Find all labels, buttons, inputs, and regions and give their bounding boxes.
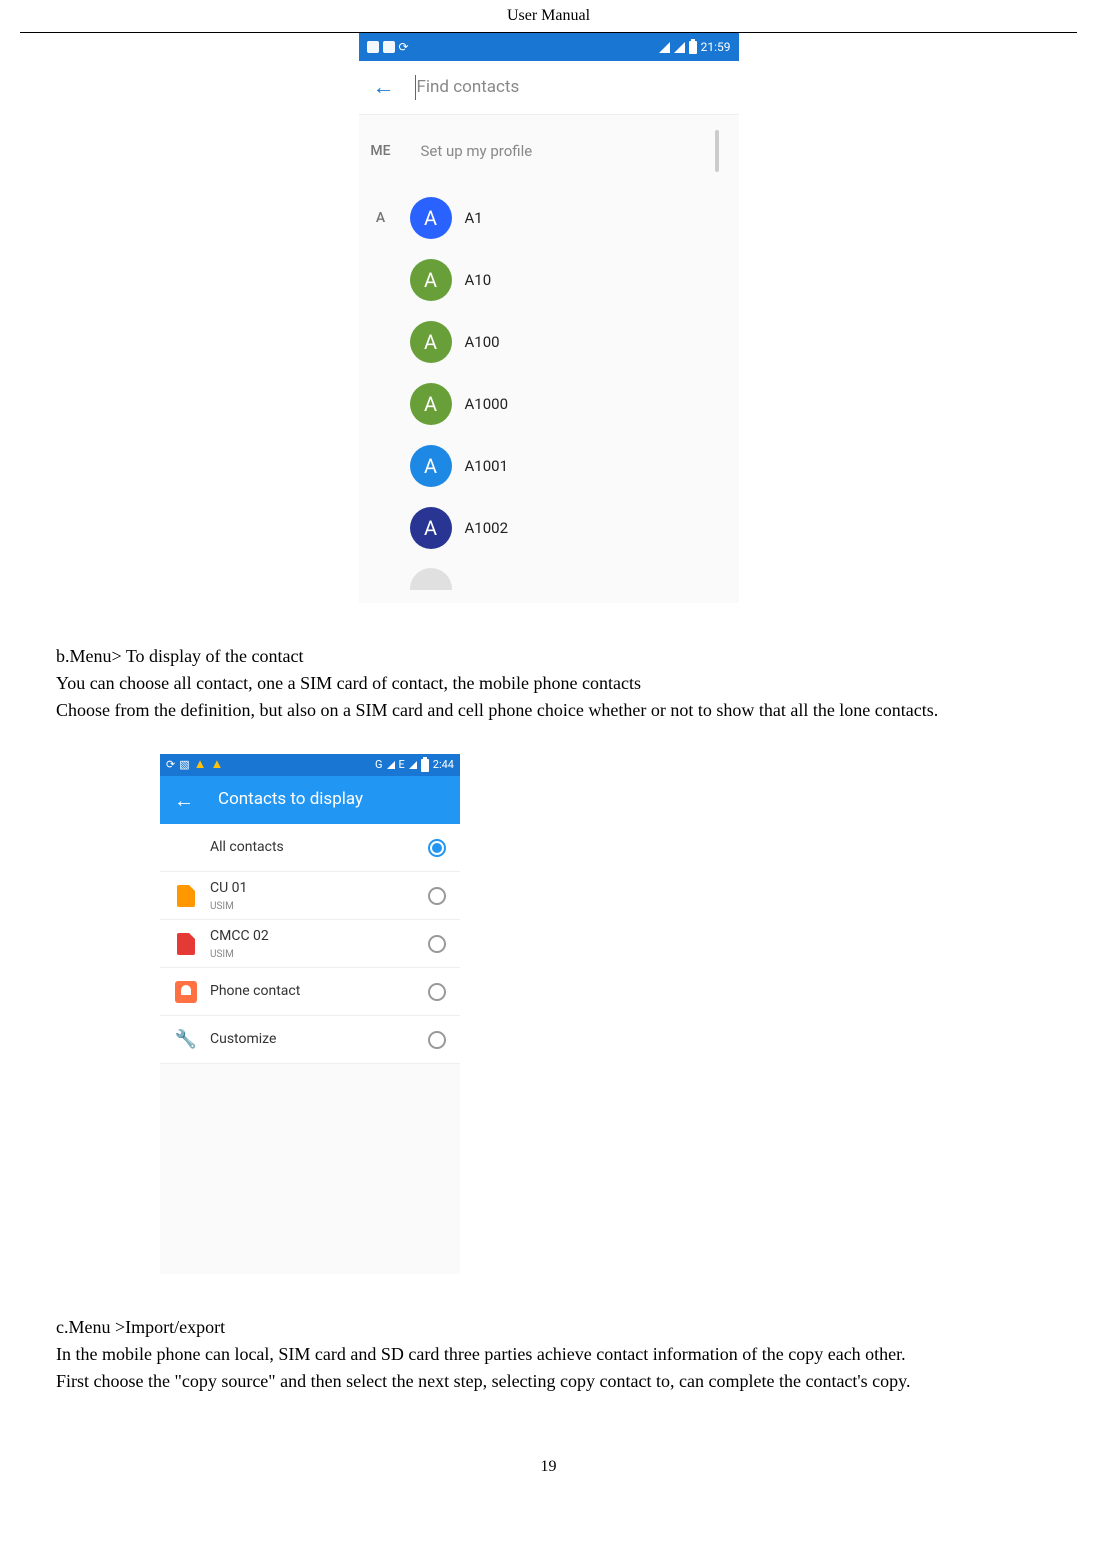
option-sim-cmcc02[interactable]: CMCC 02 USIM: [160, 920, 460, 968]
scroll-handle[interactable]: [715, 130, 719, 172]
status-time: 21:59: [701, 38, 731, 56]
avatar: A: [410, 445, 452, 487]
contact-name: A1002: [465, 517, 509, 540]
section-b: b.Menu> To display of the contact You ca…: [20, 643, 1077, 724]
image-icon: [383, 41, 395, 53]
setup-profile-text[interactable]: Set up my profile: [421, 140, 697, 163]
option-sublabel: USIM: [210, 899, 416, 914]
list-item[interactable]: A A1000: [359, 373, 739, 435]
page-footer: 19: [0, 1425, 1097, 1479]
status-bar: ⟳ ▧ ▲ ▲ G E 2:44: [160, 754, 460, 776]
screenshot-contacts-to-display: ⟳ ▧ ▲ ▲ G E 2:44 ← Contacts to display A…: [160, 754, 460, 1274]
signal-icon: [387, 761, 395, 769]
option-label: CU 01: [210, 878, 416, 899]
text-b2: You can choose all contact, one a SIM ca…: [20, 670, 1077, 697]
option-label: Customize: [210, 1029, 416, 1050]
sync-icon: ⟳: [166, 757, 175, 774]
net-e: E: [399, 757, 405, 774]
back-arrow-icon[interactable]: ←: [174, 785, 194, 815]
sync-icon: ⟳: [399, 38, 409, 56]
option-label: Phone contact: [210, 981, 416, 1002]
list-item[interactable]: A A1002: [359, 497, 739, 559]
back-arrow-icon[interactable]: ←: [373, 71, 395, 104]
signal-icon: [409, 761, 417, 769]
status-time: 2:44: [433, 757, 454, 774]
option-phone-contact[interactable]: Phone contact: [160, 968, 460, 1016]
sim-icon: [177, 933, 195, 955]
status-right: 21:59: [659, 38, 731, 56]
warning-icon: ▲: [211, 755, 224, 775]
contact-name: A1: [465, 207, 483, 230]
app-bar: ← Contacts to display: [160, 776, 460, 824]
spacer: [174, 836, 198, 860]
me-profile-row[interactable]: ME Set up my profile: [359, 115, 739, 187]
battery-icon: [421, 759, 429, 772]
sim-icon: [177, 885, 195, 907]
contact-name: A1000: [465, 393, 509, 416]
avatar: A: [410, 197, 452, 239]
list-item[interactable]: A A10: [359, 249, 739, 311]
option-sim-cu01[interactable]: CU 01 USIM: [160, 872, 460, 920]
list-item[interactable]: A A A1: [359, 187, 739, 249]
message-icon: [367, 41, 379, 53]
contact-name: A10: [465, 269, 492, 292]
me-section-label: ME: [359, 141, 403, 162]
radio-selected[interactable]: [428, 839, 446, 857]
radio[interactable]: [428, 887, 446, 905]
text-c2: In the mobile phone can local, SIM card …: [20, 1341, 1077, 1368]
option-sublabel: USIM: [210, 947, 416, 962]
section-letter: A: [359, 208, 403, 229]
avatar: A: [410, 259, 452, 301]
text-b3: Choose from the definition, but also on …: [20, 697, 1077, 724]
list-item[interactable]: A A1001: [359, 435, 739, 497]
nfc-icon: ▧: [179, 757, 189, 774]
status-right: G E 2:44: [375, 757, 454, 774]
radio[interactable]: [428, 983, 446, 1001]
page-header: User Manual: [20, 0, 1077, 33]
wrench-icon: 🔧: [174, 1028, 198, 1052]
list-item[interactable]: [359, 559, 739, 599]
text-c1: c.Menu >Import/export: [20, 1314, 1077, 1341]
section-c: c.Menu >Import/export In the mobile phon…: [20, 1314, 1077, 1395]
page-number: 19: [541, 1458, 557, 1475]
text-b1: b.Menu> To display of the contact: [20, 643, 1077, 670]
app-bar-title: Contacts to display: [218, 787, 363, 813]
option-all-contacts[interactable]: All contacts: [160, 824, 460, 872]
contact-name: A1001: [465, 455, 509, 478]
status-left: ⟳ ▧ ▲ ▲: [166, 755, 223, 775]
avatar: [410, 568, 452, 590]
option-label: All contacts: [210, 837, 416, 858]
list-item[interactable]: A A100: [359, 311, 739, 373]
option-label: CMCC 02: [210, 926, 416, 947]
signal-icon: [659, 42, 670, 53]
search-bar[interactable]: ← Find contacts: [359, 61, 739, 115]
contact-name: A100: [465, 331, 500, 354]
header-title: User Manual: [507, 7, 590, 24]
battery-icon: [689, 41, 697, 54]
warning-icon: ▲: [194, 755, 207, 775]
status-bar: ⟳ 21:59: [359, 33, 739, 61]
radio[interactable]: [428, 935, 446, 953]
status-left: ⟳: [367, 38, 409, 56]
net-g: G: [375, 757, 383, 774]
radio[interactable]: [428, 1031, 446, 1049]
signal-icon-2: [674, 42, 685, 53]
screenshot-contacts-list: ⟳ 21:59 ← Find contacts ME Set up my pro…: [359, 33, 739, 603]
search-input[interactable]: Find contacts: [415, 75, 520, 101]
text-c3: First choose the "copy source" and then …: [20, 1368, 1077, 1395]
person-icon: [175, 981, 197, 1003]
avatar: A: [410, 383, 452, 425]
option-customize[interactable]: 🔧 Customize: [160, 1016, 460, 1064]
avatar: A: [410, 507, 452, 549]
avatar: A: [410, 321, 452, 363]
